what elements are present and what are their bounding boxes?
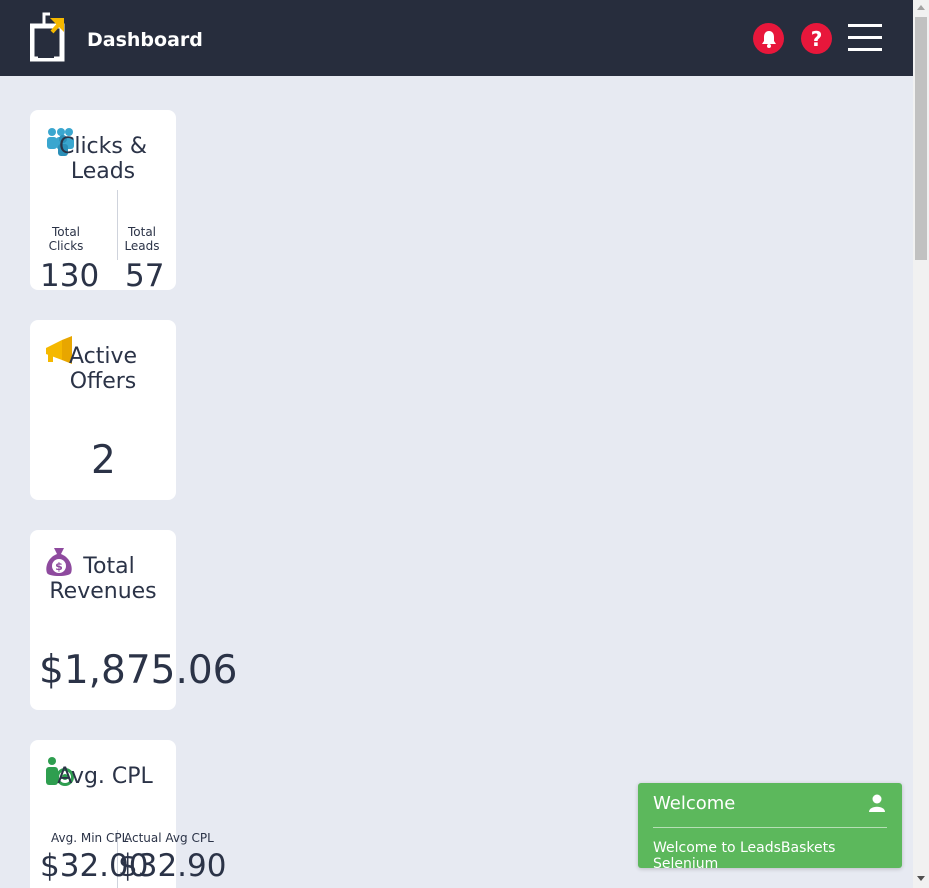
scroll-up-arrow-icon[interactable] bbox=[917, 5, 925, 10]
card-title: Avg. CPL bbox=[57, 764, 153, 789]
help-icon: ? bbox=[810, 26, 823, 51]
avg-min-cpl-label: Avg. Min CPL bbox=[51, 831, 129, 845]
actual-avg-cpl-label: Actual Avg CPL bbox=[124, 831, 214, 845]
help-button[interactable]: ? bbox=[801, 23, 832, 54]
notifications-button[interactable] bbox=[753, 23, 784, 54]
clicks-leads-card: Clicks & Leads Total Clicks 130 Total Le… bbox=[30, 110, 176, 294]
scrollbar-thumb[interactable] bbox=[915, 17, 927, 260]
app-logo-icon[interactable] bbox=[29, 12, 66, 62]
vertical-scrollbar[interactable] bbox=[913, 0, 929, 888]
total-clicks-label: Total Clicks bbox=[48, 225, 84, 253]
card-title-line2: Offers bbox=[69, 369, 137, 394]
avg-cpl-card: Avg. CPL Avg. Min CPL $32.00 Actual Avg … bbox=[30, 740, 226, 888]
actual-avg-cpl-value: $32.90 bbox=[118, 848, 227, 884]
page-title: Dashboard bbox=[87, 29, 203, 51]
card-title-line2: Revenues bbox=[49, 579, 157, 604]
user-icon bbox=[868, 794, 886, 816]
total-leads-label: Total Leads bbox=[124, 225, 160, 253]
total-clicks-value: 130 bbox=[40, 258, 100, 294]
toast-message: Welcome to LeadsBaskets Selenium bbox=[653, 840, 836, 872]
welcome-toast[interactable]: Welcome Welcome to LeadsBaskets Selenium bbox=[638, 783, 902, 872]
card-title: Active bbox=[68, 344, 138, 369]
card-title: Total bbox=[83, 554, 135, 579]
toast-divider bbox=[653, 827, 887, 828]
total-revenues-card: $ Total Revenues $1,875.06 bbox=[30, 530, 238, 710]
top-navbar: Dashboard ? bbox=[0, 0, 913, 76]
hamburger-menu-icon[interactable] bbox=[848, 24, 882, 52]
card-title: Clicks & bbox=[58, 134, 148, 159]
toast-title: Welcome bbox=[653, 793, 736, 814]
divider bbox=[117, 190, 118, 260]
total-revenues-value: $1,875.06 bbox=[39, 648, 238, 693]
scroll-down-arrow-icon[interactable] bbox=[917, 876, 925, 881]
total-leads-value: 57 bbox=[125, 258, 165, 294]
card-title-line2: Leads bbox=[70, 159, 136, 184]
active-offers-card: Active Offers 2 bbox=[30, 320, 176, 500]
active-offers-value: 2 bbox=[91, 438, 116, 483]
bell-icon bbox=[761, 30, 776, 48]
